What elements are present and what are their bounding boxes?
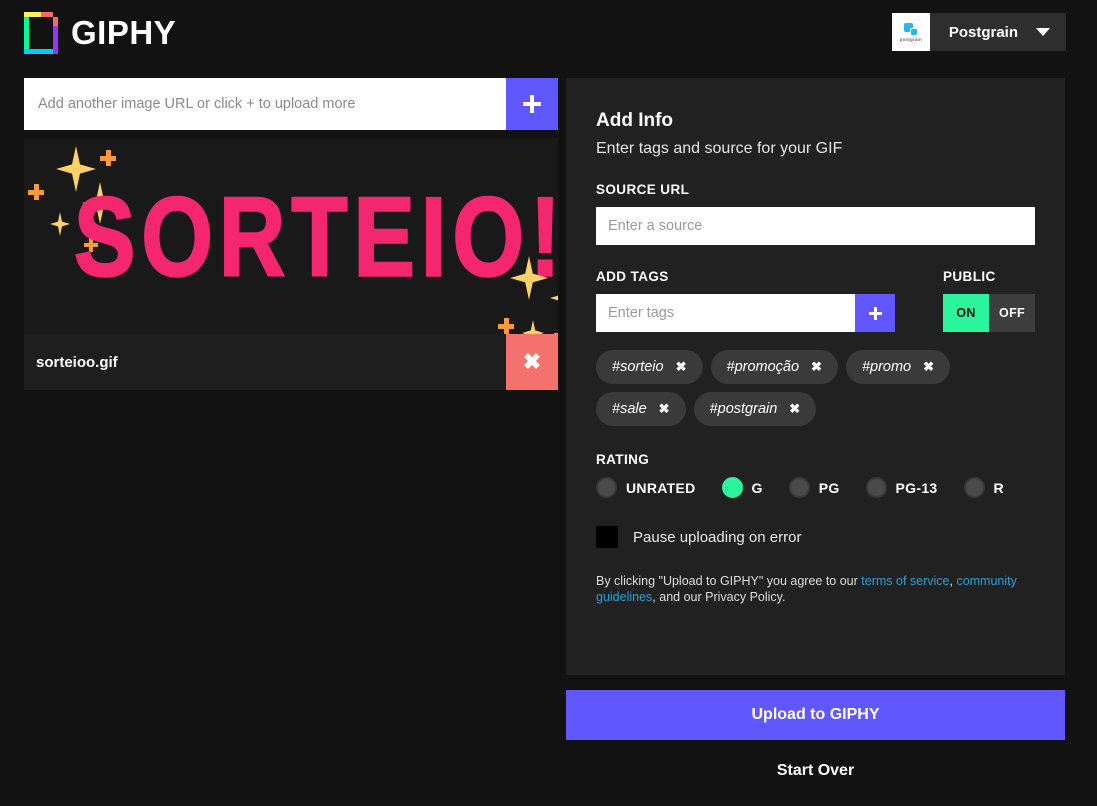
brand-name: GIPHY — [71, 14, 177, 51]
public-toggle-on[interactable]: ON — [943, 294, 989, 332]
radio-icon[interactable] — [963, 477, 985, 498]
delete-gif-button[interactable]: ✖ — [506, 334, 558, 390]
chevron-down-icon[interactable] — [1036, 13, 1066, 51]
close-x-icon[interactable]: ✖ — [659, 401, 670, 417]
source-url-input[interactable] — [596, 207, 1035, 245]
add-tags-label: ADD TAGS — [596, 269, 669, 284]
public-toggle[interactable]: ON OFF — [943, 294, 1035, 332]
account-name: Postgrain — [948, 23, 1018, 41]
page-title: Add Info — [596, 110, 674, 131]
tag-chip-label: #promoção — [726, 359, 800, 375]
postgrain-squares-icon — [902, 22, 919, 36]
tag-chip: #sorteio ✖ — [596, 350, 703, 384]
tag-chip-list: #sorteio ✖ #promoção ✖ #promo ✖ #sale ✖ #postgra… — [596, 350, 1046, 426]
rating-option-label: R — [993, 479, 1004, 496]
tag-chip-label: #postgrain — [709, 401, 778, 417]
plus-sparkle-icon — [100, 150, 116, 166]
rating-option[interactable]: PG-13 — [865, 477, 938, 498]
rating-option[interactable]: R — [963, 477, 1004, 498]
rating-option-label: G — [751, 479, 763, 496]
url-input-row — [24, 78, 558, 130]
rating-option[interactable]: UNRATED — [596, 477, 696, 498]
add-tag-button[interactable] — [855, 294, 895, 332]
avatar: postgrain — [891, 13, 930, 51]
gif-footer: sorteioo.gif ✖ — [24, 334, 558, 390]
close-x-icon[interactable]: ✖ — [923, 359, 934, 375]
radio-icon[interactable] — [596, 477, 617, 498]
rating-option[interactable]: PG — [788, 477, 840, 498]
app-header: GIPHY postgrain Postgrain — [0, 0, 1097, 68]
pause-on-error-row[interactable]: Pause uploading on error — [596, 526, 1035, 548]
plus-icon — [868, 306, 882, 320]
pause-on-error-checkbox[interactable] — [596, 526, 618, 548]
gif-preview-card: SORTEIO! sorteioo.gif ✖ — [24, 138, 558, 390]
tags-input[interactable] — [596, 294, 855, 332]
plus-icon — [523, 95, 541, 113]
terms-of-service-link[interactable]: terms of service — [861, 574, 949, 588]
tag-chip-label: #sale — [612, 401, 647, 417]
plus-sparkle-icon — [28, 184, 44, 200]
tags-and-public-row: ADD TAGS PUBLIC ON OFF — [596, 269, 1035, 332]
avatar-wordmark: postgrain — [899, 36, 922, 42]
pause-on-error-label: Pause uploading on error — [633, 528, 802, 546]
public-group: PUBLIC ON OFF — [943, 269, 1035, 332]
tag-chip: #sale ✖ — [596, 392, 686, 426]
rating-label: RATING — [596, 452, 650, 467]
tag-chip-label: #sorteio — [612, 359, 664, 375]
public-label: PUBLIC — [943, 269, 996, 284]
giphy-page-logo-icon — [24, 12, 58, 54]
gif-filename: sorteioo.gif — [36, 353, 118, 371]
upload-column: SORTEIO! sorteioo.gif ✖ — [24, 78, 558, 390]
start-over-button[interactable]: Start Over — [566, 762, 1065, 780]
terms-part-2: , and our Privacy Policy. — [652, 590, 786, 604]
public-toggle-off[interactable]: OFF — [989, 294, 1035, 332]
tag-chip-label: #promo — [861, 359, 912, 375]
add-info-panel: Add Info Enter tags and source for your … — [566, 78, 1065, 675]
radio-icon[interactable] — [788, 477, 810, 498]
rating-options: UNRATED G PG PG-13 R — [596, 477, 1035, 498]
rating-option-label: UNRATED — [626, 479, 696, 496]
close-x-icon[interactable]: ✖ — [789, 401, 800, 417]
tag-chip: #postgrain ✖ — [693, 392, 817, 426]
tag-chip: #promo ✖ — [845, 350, 951, 384]
radio-icon[interactable] — [865, 477, 887, 498]
tag-chip: #promoção ✖ — [710, 350, 838, 384]
account-menu[interactable]: postgrain Postgrain — [891, 13, 1066, 51]
gif-art-text: SORTEIO! — [73, 174, 558, 301]
tags-group: ADD TAGS — [596, 269, 895, 332]
upload-to-giphy-button[interactable]: Upload to GIPHY — [566, 690, 1065, 740]
add-more-button[interactable] — [506, 78, 558, 130]
page-subtitle: Enter tags and source for your GIF — [596, 140, 843, 157]
terms-text: By clicking "Upload to GIPHY" you agree … — [596, 573, 1038, 605]
close-x-icon[interactable]: ✖ — [811, 359, 822, 375]
tags-input-row — [596, 294, 895, 332]
plus-sparkle-icon — [498, 318, 514, 334]
rating-option[interactable]: G — [721, 477, 763, 498]
rating-option-label: PG — [818, 479, 840, 496]
close-x-icon[interactable]: ✖ — [676, 359, 687, 375]
close-x-icon: ✖ — [522, 349, 542, 374]
rating-option-label: PG-13 — [895, 479, 938, 496]
source-url-label: SOURCE URL — [596, 182, 690, 197]
star-sparkle-icon — [50, 212, 70, 236]
radio-icon[interactable] — [721, 477, 743, 498]
terms-part-1: By clicking "Upload to GIPHY" you agree … — [596, 574, 862, 588]
image-url-input[interactable] — [24, 78, 506, 130]
brand: GIPHY — [24, 12, 176, 54]
